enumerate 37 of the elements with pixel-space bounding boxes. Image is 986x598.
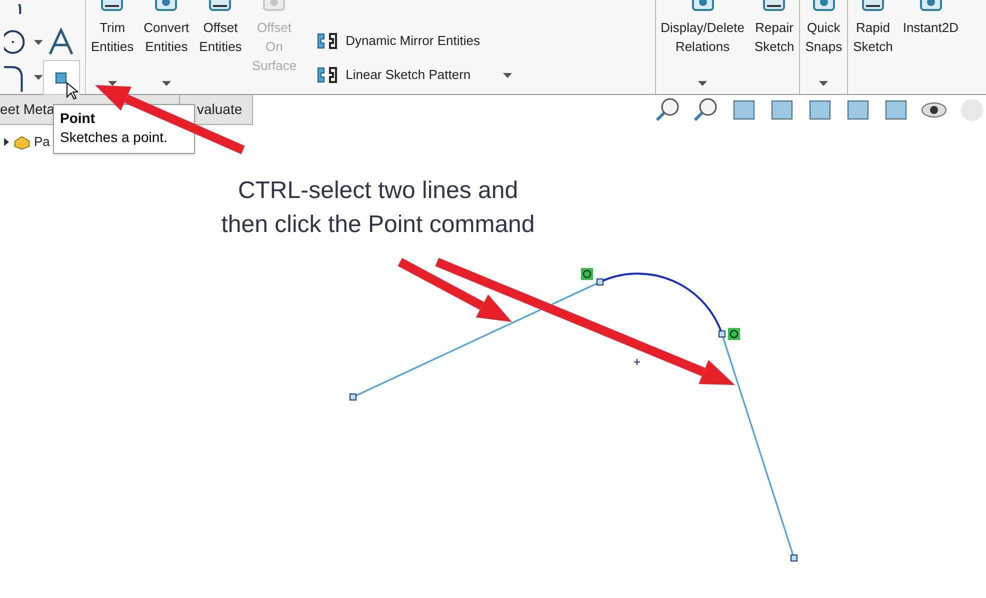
- ribbon-button[interactable]: Rapid Sketch: [853, 18, 893, 56]
- ribbon-button[interactable]: Repair Sketch: [754, 18, 794, 56]
- ribbon-button[interactable]: Dynamic Mirror Entities: [346, 31, 480, 51]
- tangent-relation-icon: [581, 268, 593, 280]
- ribbon-button[interactable]: Trim Entities: [91, 18, 134, 56]
- tangent-relation-icon: [728, 328, 740, 340]
- dropdown-caret-icon[interactable]: [819, 81, 828, 86]
- tool-icon: [810, 0, 837, 14]
- tool-icon: [918, 0, 944, 14]
- tool-icon: [153, 0, 180, 14]
- ribbon-button[interactable]: Quick Snaps: [805, 18, 842, 56]
- tool-icon: [860, 0, 886, 14]
- dropdown-caret-icon[interactable]: [502, 72, 512, 78]
- ribbon-button[interactable]: Convert Entities: [144, 18, 190, 56]
- tool-icon: [99, 0, 126, 14]
- ribbon-button[interactable]: Linear Sketch Pattern: [346, 65, 471, 85]
- ribbon-button[interactable]: Display/Delete Relations: [660, 18, 744, 56]
- text-tool-icon[interactable]: [46, 28, 74, 56]
- tooltip-title: Point: [60, 109, 96, 127]
- tree-item[interactable]: Pa: [34, 132, 50, 152]
- dropdown-caret-icon[interactable]: [698, 81, 708, 86]
- dropdown-caret-icon[interactable]: [34, 40, 42, 44]
- tool-icon: [761, 0, 788, 14]
- ribbon-button[interactable]: Instant2D: [902, 18, 958, 37]
- expand-arrow-icon[interactable]: [2, 138, 10, 146]
- ribbon-button[interactable]: Offset Entities: [199, 18, 242, 56]
- mirror-icon: [316, 64, 338, 86]
- tool-icon: [690, 0, 716, 14]
- point-icon: [55, 72, 67, 84]
- annotation-text: CTRL-select two lines and then click the Point command: [221, 176, 535, 240]
- mouse-cursor-icon: [66, 82, 78, 100]
- tool-icon: [207, 0, 234, 14]
- dropdown-caret-icon[interactable]: [162, 81, 171, 86]
- dropdown-caret-icon[interactable]: [34, 75, 42, 80]
- mirror-icon: [316, 30, 338, 52]
- center-mark: [634, 358, 640, 366]
- tooltip-text: Sketches a point.: [60, 128, 168, 147]
